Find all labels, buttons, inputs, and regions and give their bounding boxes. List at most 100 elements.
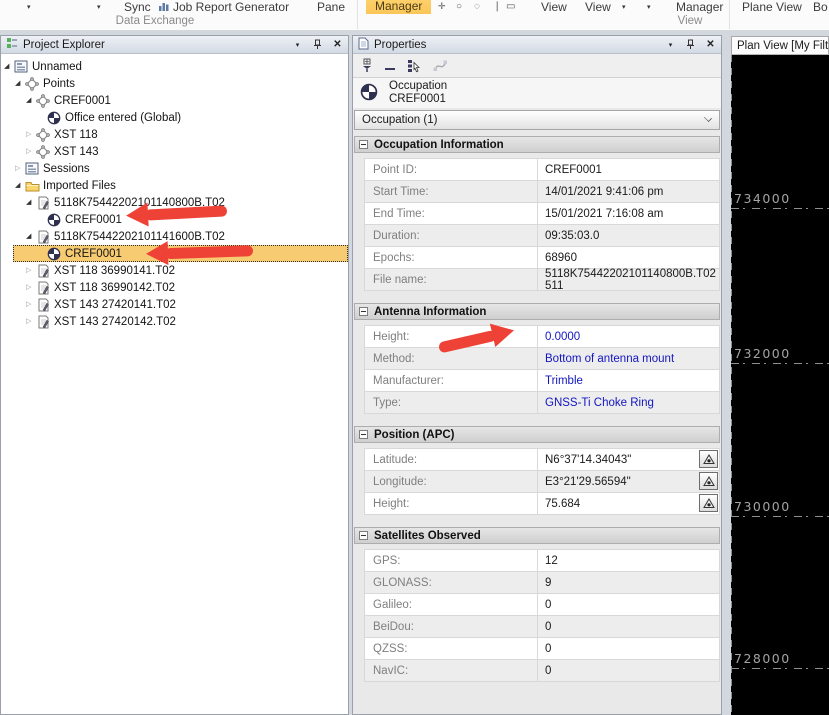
- collapse-icon[interactable]: [359, 430, 368, 439]
- collapsed-expander-icon[interactable]: ▷: [26, 313, 34, 330]
- property-value: 68960: [545, 251, 577, 264]
- property-value: 14/01/2021 9:41:06 pm: [545, 185, 664, 198]
- auto-filter-icon[interactable]: [360, 58, 373, 73]
- collapse-icon[interactable]: [359, 140, 368, 149]
- bar-mini-icon[interactable]: ❘: [493, 1, 501, 12]
- plan-view-canvas[interactable]: 734000 732000 730000 728000: [731, 55, 829, 715]
- select-objects-icon[interactable]: [407, 59, 422, 73]
- property-row-latitude: Latitude: N6°37'14.34043": [364, 449, 720, 471]
- tree-item-cref0001[interactable]: ◢ CREF0001: [1, 92, 348, 109]
- manager-button-2[interactable]: Manager: [676, 0, 723, 14]
- collapsed-expander-icon[interactable]: ▷: [26, 279, 34, 296]
- group-label-data-exchange: Data Exchange: [115, 15, 195, 27]
- chevron-down-icon[interactable]: ▾: [27, 3, 31, 11]
- annotation-arrow-selected-cref0001: [145, 238, 254, 266]
- pane-button[interactable]: Pane: [317, 0, 345, 14]
- tree-item-xst-143-27420142-t02[interactable]: ▷ XST 143 27420142.T02: [1, 313, 348, 330]
- expanded-expander-icon[interactable]: ◢: [26, 92, 34, 109]
- property-value[interactable]: N6°37'14.34043": [538, 449, 719, 470]
- property-value[interactable]: 0.0000: [538, 326, 719, 347]
- arrow-shaft: [144, 204, 228, 221]
- expanded-expander-icon[interactable]: ◢: [26, 228, 34, 245]
- point-icon: [35, 93, 51, 108]
- tree-item-imported-files[interactable]: ◢ Imported Files: [1, 177, 348, 194]
- expanded-expander-icon[interactable]: ◢: [15, 75, 23, 92]
- property-value[interactable]: E3°21'29.56594": [538, 471, 719, 492]
- tree-item-sessions[interactable]: ▷ Sessions: [1, 160, 348, 177]
- section-header[interactable]: Satellites Observed: [354, 527, 720, 544]
- manager-button-active[interactable]: Manager: [366, 0, 432, 14]
- property-row-point-id: Point ID: CREF0001: [364, 159, 720, 181]
- property-value[interactable]: Bottom of antenna mount: [538, 348, 719, 369]
- property-row-height: Height: 0.0000: [364, 326, 720, 348]
- pin-icon[interactable]: [683, 38, 698, 52]
- properties-titlebar: Properties ▾ ✕: [353, 36, 721, 54]
- property-label: QZSS:: [365, 638, 538, 659]
- property-value[interactable]: Trimble: [538, 370, 719, 391]
- occupation-icon: [46, 212, 62, 227]
- tree-item-xst-118-36990142-t02[interactable]: ▷ XST 118 36990142.T02: [1, 279, 348, 296]
- tab-plan-view[interactable]: Plan View [My Filte: [731, 36, 829, 54]
- view-button-2[interactable]: View: [585, 0, 611, 14]
- tree-item-label: XST 118 36990142.T02: [54, 281, 176, 294]
- file-icon: [35, 280, 51, 295]
- collapse-icon[interactable]: [359, 531, 368, 540]
- partial-right-button[interactable]: Bo: [813, 0, 828, 14]
- chevron-down-icon[interactable]: ▾: [647, 3, 651, 11]
- property-row-glonass: GLONASS: 9: [364, 572, 720, 594]
- property-label: NavIC:: [365, 660, 538, 681]
- property-label: Manufacturer:: [365, 370, 538, 391]
- expanded-expander-icon[interactable]: ◢: [15, 177, 23, 194]
- sync-button[interactable]: Sync: [124, 0, 151, 14]
- separator-line-icon[interactable]: [384, 59, 396, 73]
- close-icon[interactable]: ✕: [703, 38, 718, 52]
- expanded-expander-icon[interactable]: ◢: [4, 58, 12, 75]
- section-header[interactable]: Occupation Information: [354, 136, 720, 153]
- property-label: Latitude:: [365, 449, 538, 470]
- pin-icon[interactable]: [310, 38, 325, 52]
- rotate-mini-icon[interactable]: ◌: [474, 1, 480, 12]
- section-header[interactable]: Antenna Information: [354, 303, 720, 320]
- property-label: Start Time:: [365, 181, 538, 202]
- section-header[interactable]: Position (APC): [354, 426, 720, 443]
- flag-mini-icon[interactable]: ✛: [438, 1, 446, 12]
- collapsed-expander-icon[interactable]: ▷: [26, 296, 34, 313]
- tree-item-xst-143-27420141-t02[interactable]: ▷ XST 143 27420141.T02: [1, 296, 348, 313]
- tree-item-points[interactable]: ◢ Points: [1, 75, 348, 92]
- tree-item-office-entered-global-[interactable]: Office entered (Global): [1, 109, 348, 126]
- coordinate-format-button[interactable]: [699, 472, 718, 490]
- expanded-expander-icon[interactable]: ◢: [26, 194, 34, 211]
- property-value[interactable]: GNSS-Ti Choke Ring: [538, 392, 719, 413]
- window-position-menu-button[interactable]: ▾: [663, 38, 678, 52]
- collapse-icon[interactable]: [359, 307, 368, 316]
- monitor-mini-icon[interactable]: ▭: [506, 1, 515, 12]
- tree-item-xst-143[interactable]: ▷ XST 143: [1, 143, 348, 160]
- coordinate-format-button[interactable]: [699, 450, 718, 468]
- tree-item-label: Office entered (Global): [65, 111, 182, 124]
- coordinate-format-button[interactable]: [699, 494, 718, 512]
- property-row-epochs: Epochs: 68960: [364, 247, 720, 269]
- tree-item-unnamed[interactable]: ◢ Unnamed: [1, 58, 348, 75]
- tree-item-xst-118[interactable]: ▷ XST 118: [1, 126, 348, 143]
- window-position-menu-button[interactable]: ▾: [290, 38, 305, 52]
- sessions-icon: [24, 161, 40, 176]
- collapsed-expander-icon[interactable]: ▷: [26, 126, 34, 143]
- tree-item-label: CREF0001: [65, 213, 122, 226]
- collapsed-expander-icon[interactable]: ▷: [26, 143, 34, 160]
- collapsed-expander-icon[interactable]: ▷: [15, 160, 23, 177]
- point-icon: [35, 144, 51, 159]
- property-label: Point ID:: [365, 159, 538, 180]
- property-value[interactable]: 75.684: [538, 493, 719, 514]
- circle-mini-icon[interactable]: ○: [456, 1, 462, 12]
- property-label: Height:: [365, 493, 538, 514]
- chevron-down-icon[interactable]: ▾: [622, 3, 626, 11]
- property-row-method: Method: Bottom of antenna mount: [364, 348, 720, 370]
- chevron-down-icon[interactable]: ▾: [97, 3, 101, 11]
- plane-view-button[interactable]: Plane View: [742, 0, 802, 14]
- view-button-1[interactable]: View: [541, 0, 567, 14]
- object-selector-dropdown[interactable]: Occupation (1): [354, 110, 720, 130]
- job-report-generator-button[interactable]: Job Report Generator: [158, 0, 289, 14]
- close-icon[interactable]: ✕: [330, 38, 345, 52]
- collapsed-expander-icon[interactable]: ▷: [26, 262, 34, 279]
- properties-content: Occupation Information Point ID: CREF0001 S…: [353, 130, 721, 714]
